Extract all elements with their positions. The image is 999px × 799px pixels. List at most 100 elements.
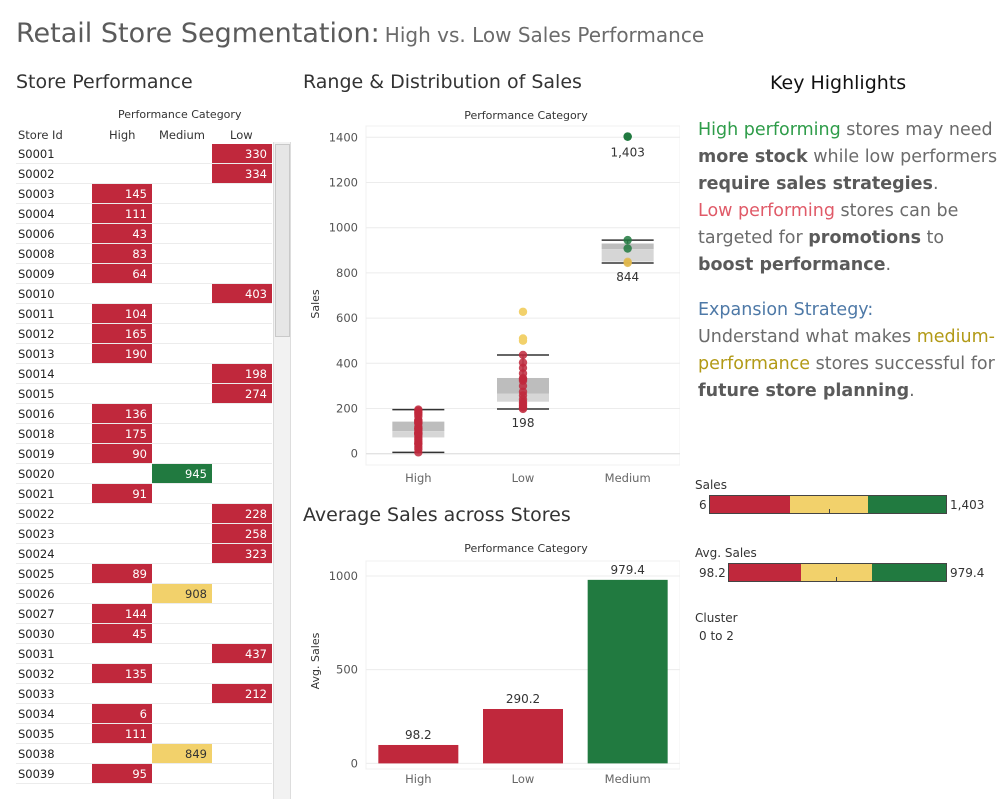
table-row[interactable]: S0003 145: [16, 184, 272, 204]
store-id-cell: S0011: [18, 307, 55, 321]
store-id-cell: S0033: [18, 687, 55, 701]
store-id-cell: S0027: [18, 607, 55, 621]
sales-cell-high[interactable]: 91: [92, 484, 152, 504]
table-row[interactable]: S0025 89: [16, 564, 272, 584]
table-row[interactable]: S0023 258: [16, 524, 272, 544]
table-row[interactable]: S0039 95: [16, 764, 272, 784]
store-performance-table[interactable]: Performance Category Store Id High Mediu…: [16, 106, 291, 799]
sales-cell-high[interactable]: 45: [92, 624, 152, 644]
average-bar: [378, 744, 459, 764]
store-id-cell: S0038: [18, 747, 55, 761]
bar-value-label: 98.2: [405, 728, 432, 742]
sales-point: [518, 350, 528, 360]
sales-cell-high[interactable]: 89: [92, 564, 152, 584]
table-row[interactable]: S0024 323: [16, 544, 272, 564]
table-row[interactable]: S0011 104: [16, 304, 272, 324]
scrollbar-thumb[interactable]: [275, 144, 290, 337]
x-tick-label: Low: [512, 471, 535, 485]
y-tick-label: 800: [336, 266, 358, 280]
table-row[interactable]: S0012 165: [16, 324, 272, 344]
sales-cell-high[interactable]: 175: [92, 424, 152, 444]
sales-cell-high[interactable]: 83: [92, 244, 152, 264]
table-row[interactable]: S0031 437: [16, 644, 272, 664]
table-rows: S0001 330 S0002 334 S0003 145 S0004 111 S0006 43 S…: [16, 144, 272, 784]
table-row[interactable]: S0035 111: [16, 724, 272, 744]
store-id-cell: S0001: [18, 147, 55, 161]
highlight-text: .: [932, 174, 939, 194]
sales-cell-low[interactable]: 330: [212, 144, 272, 164]
table-row[interactable]: S0009 64: [16, 264, 272, 284]
sales-cell-high[interactable]: 136: [92, 404, 152, 424]
table-row[interactable]: S0032 135: [16, 664, 272, 684]
table-row[interactable]: S0015 274: [16, 384, 272, 404]
table-row[interactable]: S0020 945: [16, 464, 272, 484]
table-scrollbar[interactable]: [273, 142, 291, 799]
store-id-cell: S0015: [18, 387, 55, 401]
sales-cell-high[interactable]: 165: [92, 324, 152, 344]
table-row[interactable]: S0014 198: [16, 364, 272, 384]
sales-cell-low[interactable]: 437: [212, 644, 272, 664]
table-row[interactable]: S0038 849: [16, 744, 272, 764]
sales-legend-max: 1,403: [950, 498, 985, 512]
sales-cell-high[interactable]: 190: [92, 344, 152, 364]
table-row[interactable]: S0006 43: [16, 224, 272, 244]
sales-cell-low[interactable]: 323: [212, 544, 272, 564]
table-row[interactable]: S0004 111: [16, 204, 272, 224]
dashboard-title: Retail Store Segmentation: High vs. Low …: [16, 18, 704, 49]
sales-cell-high[interactable]: 111: [92, 724, 152, 744]
sales-cell-low[interactable]: 403: [212, 284, 272, 304]
table-row[interactable]: S0002 334: [16, 164, 272, 184]
sales-cell-high[interactable]: 144: [92, 604, 152, 624]
table-row[interactable]: S0018 175: [16, 424, 272, 444]
y-tick-label: 200: [336, 402, 358, 416]
sales-cell-high[interactable]: 135: [92, 664, 152, 684]
table-row[interactable]: S0001 330: [16, 144, 272, 164]
highlight-text: .: [909, 381, 915, 401]
store-id-cell: S0025: [18, 567, 55, 581]
sales-cell-high[interactable]: 111: [92, 204, 152, 224]
distribution-box-chart: Performance Category Sales 0 200 400 600 800…: [309, 109, 680, 485]
highlight-text: stores successful for: [810, 354, 995, 374]
cluster-legend-label: Cluster: [695, 611, 738, 625]
distribution-y-label: Sales: [309, 289, 322, 319]
x-tick-label: Low: [512, 772, 535, 786]
sales-cell-high[interactable]: 6: [92, 704, 152, 724]
sales-cell-low[interactable]: 198: [212, 364, 272, 384]
sales-color-ramp: [709, 495, 947, 514]
table-row[interactable]: S0027 144: [16, 604, 272, 624]
table-row[interactable]: S0021 91: [16, 484, 272, 504]
sales-cell-high[interactable]: 90: [92, 444, 152, 464]
table-row[interactable]: S0010 403: [16, 284, 272, 304]
table-row[interactable]: S0019 90: [16, 444, 272, 464]
column-header-low: Low: [230, 128, 253, 142]
sales-cell-medium[interactable]: 908: [152, 584, 212, 604]
sales-cell-medium[interactable]: 945: [152, 464, 212, 484]
store-id-cell: S0022: [18, 507, 55, 521]
sales-cell-high[interactable]: 95: [92, 764, 152, 784]
sales-cell-high[interactable]: 104: [92, 304, 152, 324]
sales-point: [518, 358, 528, 367]
table-row[interactable]: S0030 45: [16, 624, 272, 644]
sales-cell-medium[interactable]: 849: [152, 744, 212, 764]
sales-cell-low[interactable]: 274: [212, 384, 272, 404]
sales-cell-low[interactable]: 212: [212, 684, 272, 704]
table-row[interactable]: S0016 136: [16, 404, 272, 424]
table-row[interactable]: S0008 83: [16, 244, 272, 264]
store-id-cell: S0016: [18, 407, 55, 421]
sales-cell-high[interactable]: 145: [92, 184, 152, 204]
table-row[interactable]: S0013 190: [16, 344, 272, 364]
table-row[interactable]: S0033 212: [16, 684, 272, 704]
sales-cell-low[interactable]: 334: [212, 164, 272, 184]
table-row[interactable]: S0026 908: [16, 584, 272, 604]
sales-cell-high[interactable]: 64: [92, 264, 152, 284]
sales-cell-low[interactable]: 228: [212, 504, 272, 524]
sales-cell-low[interactable]: 258: [212, 524, 272, 544]
highlight-paragraph-2: Expansion Strategy: Understand what make…: [698, 297, 998, 405]
average-y-label: Avg. Sales: [309, 632, 322, 689]
table-row[interactable]: S0022 228: [16, 504, 272, 524]
sales-cell-high[interactable]: 43: [92, 224, 152, 244]
y-tick-label: 0: [351, 756, 358, 770]
table-row[interactable]: S0034 6: [16, 704, 272, 724]
column-header-high: High: [109, 128, 136, 142]
highlight-future-planning: future store planning: [698, 381, 910, 401]
